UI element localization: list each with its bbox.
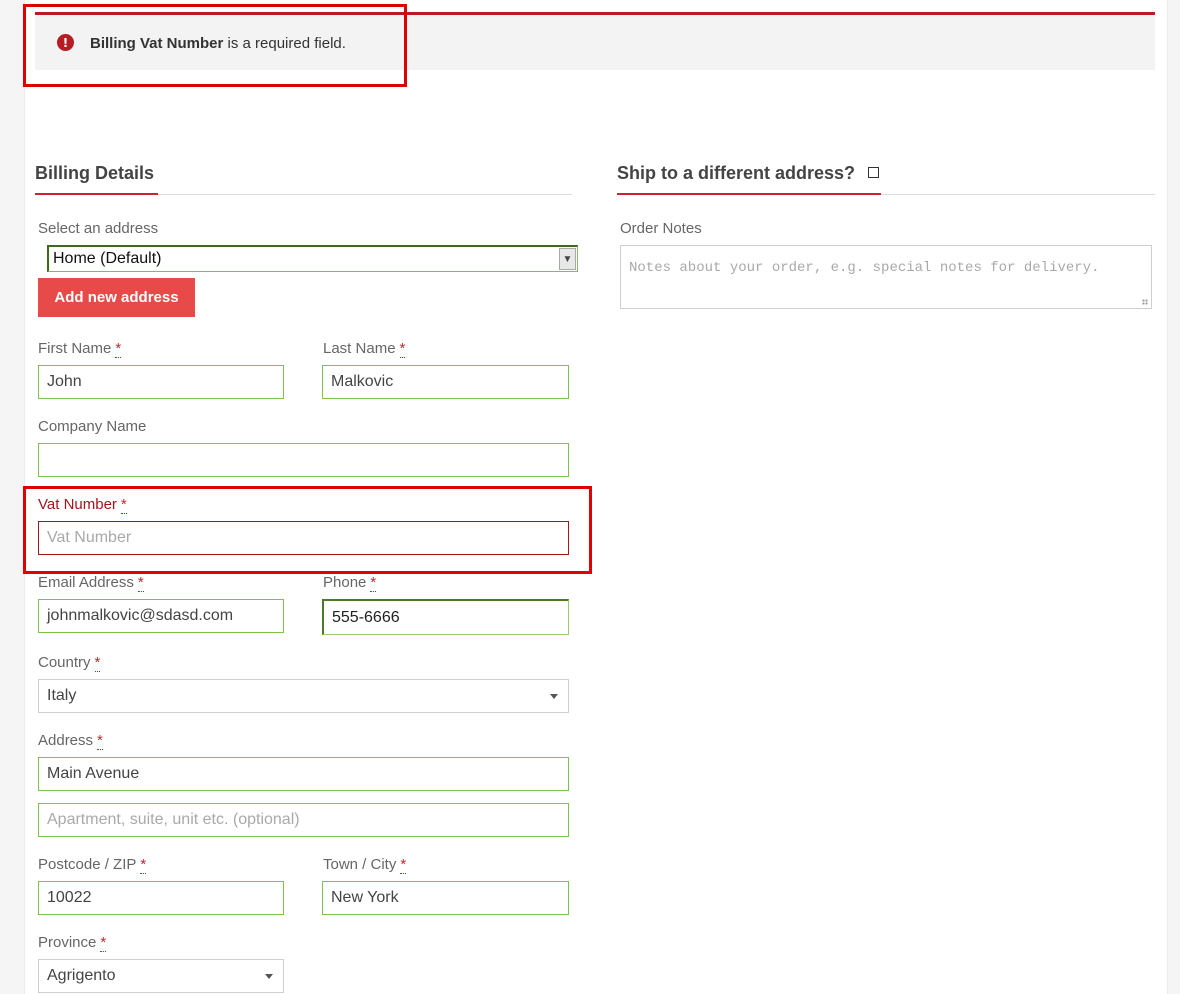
required-marker: *	[400, 856, 407, 874]
select-address-label: Select an address	[38, 220, 159, 237]
billing-details-title: Billing Details	[35, 163, 155, 183]
country-select-value: Italy	[47, 687, 77, 704]
billing-title-accent	[35, 193, 158, 195]
phone-input[interactable]: 555-6666	[322, 599, 569, 635]
province-label: Province *	[38, 934, 107, 952]
phone-label-text: Phone	[323, 574, 367, 591]
chevron-down-icon[interactable]: ▼	[559, 248, 576, 270]
last-name-input[interactable]: Malkovic	[322, 365, 569, 399]
required-marker: *	[137, 574, 144, 592]
country-label-text: Country	[38, 654, 91, 671]
required-marker: *	[100, 934, 107, 952]
country-label: Country *	[38, 654, 101, 672]
required-marker: *	[140, 856, 147, 874]
company-name-label: Company Name	[38, 418, 147, 435]
shipping-title-accent	[617, 193, 881, 195]
address-label: Address *	[38, 732, 103, 750]
town-label: Town / City *	[323, 856, 407, 874]
ship-different-label: Ship to a different address?	[617, 163, 856, 183]
ship-different-checkbox[interactable]	[868, 167, 879, 178]
postcode-label-text: Postcode / ZIP	[38, 856, 137, 873]
province-select-value: Agrigento	[47, 967, 116, 984]
chevron-down-icon	[265, 974, 273, 979]
last-name-label: Last Name *	[323, 340, 406, 358]
required-marker: *	[399, 340, 406, 358]
required-marker: *	[94, 654, 101, 672]
required-marker: *	[370, 574, 377, 592]
address-select-value: Home (Default)	[53, 250, 162, 267]
postcode-label: Postcode / ZIP *	[38, 856, 147, 874]
address-line2-input[interactable]: Apartment, suite, unit etc. (optional)	[38, 803, 569, 837]
chevron-down-icon	[550, 694, 558, 699]
order-notes-textarea[interactable]: Notes about your order, e.g. special not…	[620, 245, 1152, 309]
first-name-label: First Name *	[38, 340, 122, 358]
country-select[interactable]: Italy	[38, 679, 569, 713]
ship-different-title: Ship to a different address?	[617, 163, 855, 184]
annotation-highlight-vat	[23, 486, 592, 574]
town-label-text: Town / City	[323, 856, 397, 873]
postcode-input[interactable]: 10022	[38, 881, 284, 915]
email-input[interactable]: johnmalkovic@sdasd.com	[38, 599, 284, 633]
address-line1-input[interactable]: Main Avenue	[38, 757, 569, 791]
add-new-address-button[interactable]: Add new address	[38, 278, 195, 317]
required-marker: *	[97, 732, 103, 750]
first-name-input[interactable]: John	[38, 365, 284, 399]
order-notes-placeholder: Notes about your order, e.g. special not…	[629, 260, 1100, 276]
province-label-text: Province	[38, 934, 97, 951]
company-name-input[interactable]	[38, 443, 569, 477]
address-label-text: Address	[38, 732, 94, 749]
address-select[interactable]: Home (Default) ▼	[47, 245, 578, 272]
last-name-label-text: Last Name	[323, 340, 396, 357]
resize-handle-icon[interactable]	[1142, 299, 1148, 305]
annotation-highlight-notice	[23, 4, 407, 87]
province-select[interactable]: Agrigento	[38, 959, 284, 993]
order-notes-label: Order Notes	[620, 220, 702, 237]
first-name-label-text: First Name	[38, 340, 112, 357]
town-input[interactable]: New York	[322, 881, 569, 915]
required-marker: *	[115, 340, 122, 358]
email-label: Email Address *	[38, 574, 144, 592]
phone-label: Phone *	[323, 574, 377, 592]
email-label-text: Email Address	[38, 574, 134, 591]
